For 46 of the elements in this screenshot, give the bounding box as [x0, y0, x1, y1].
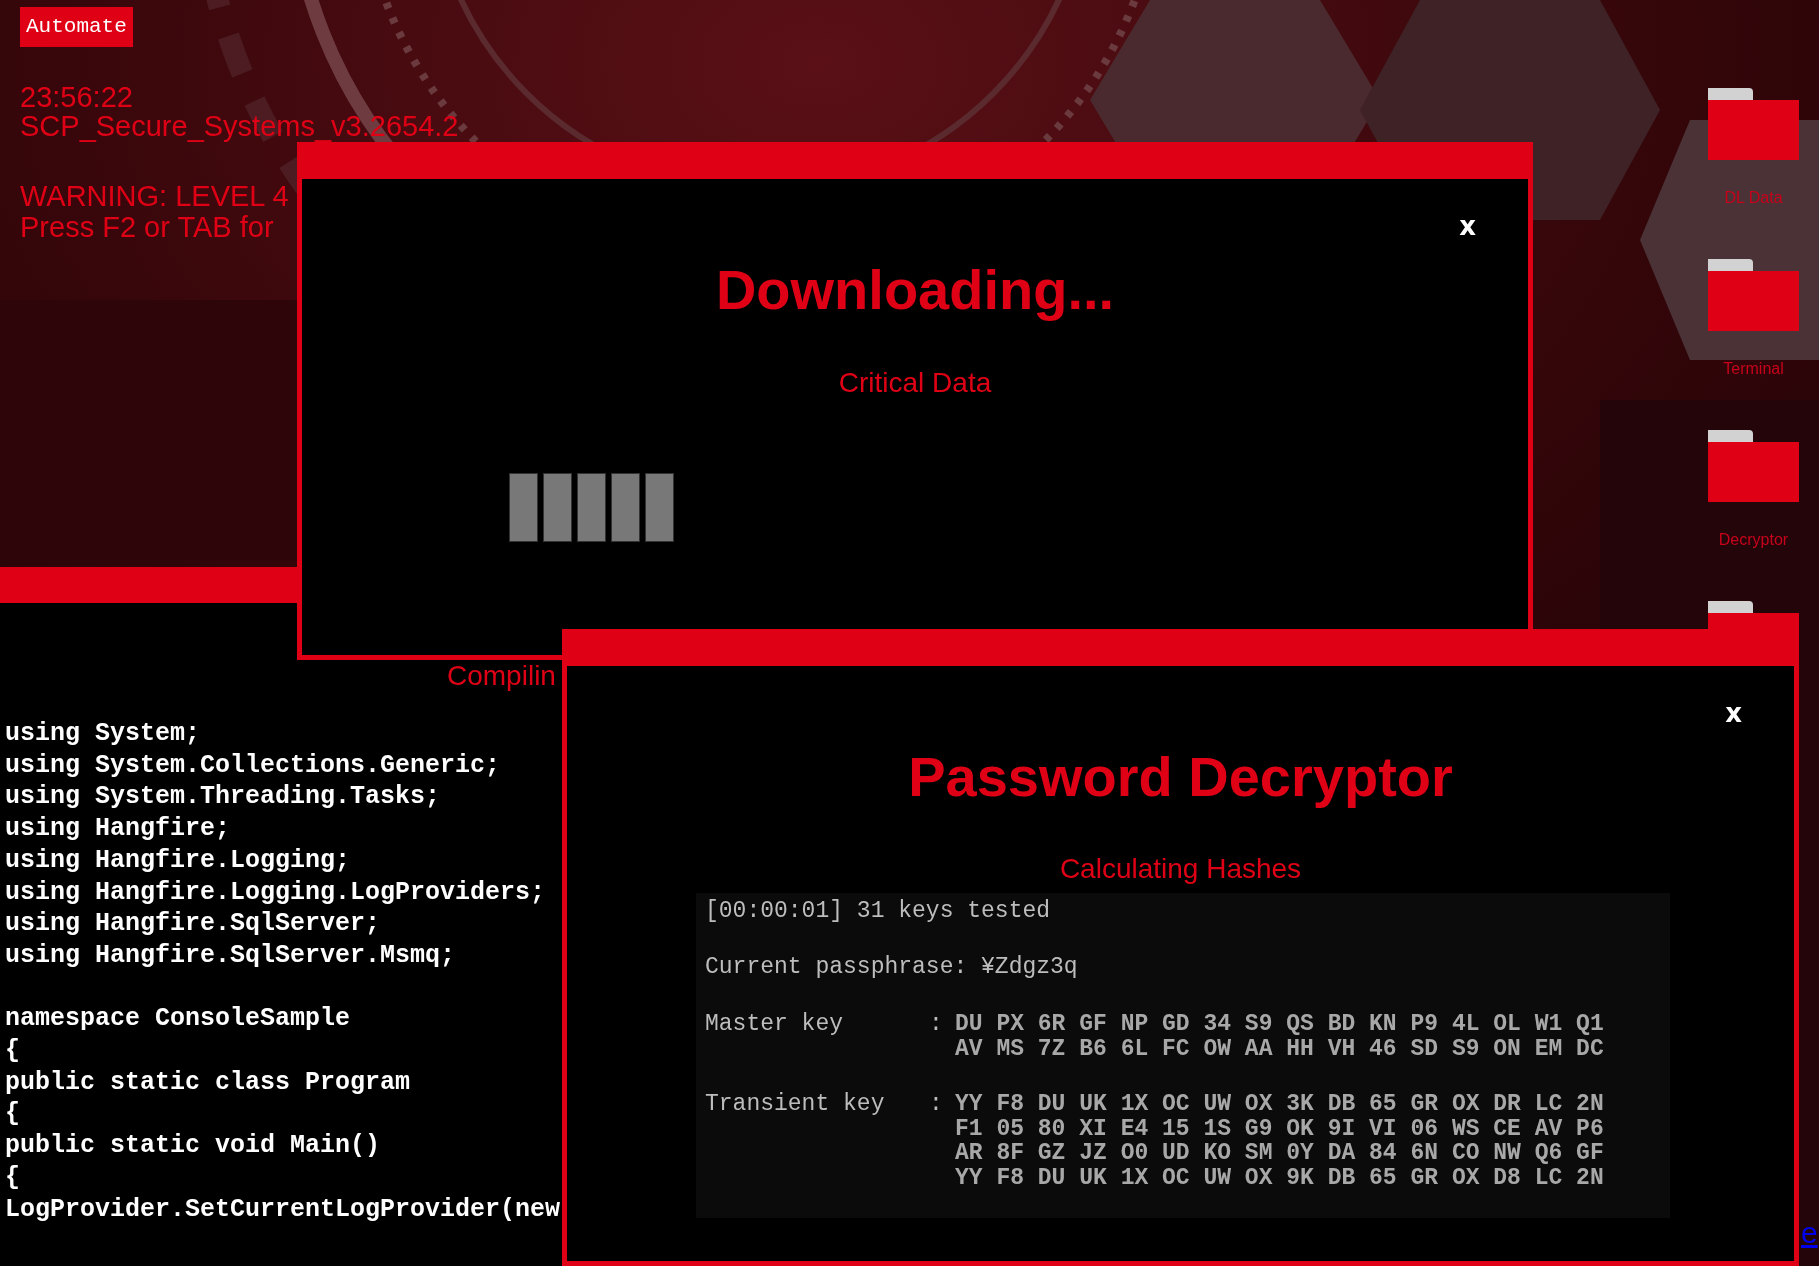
- close-button[interactable]: x: [1459, 213, 1476, 239]
- system-version: SCP_Secure_Systems_v3.2654.2: [20, 112, 459, 141]
- key-label: Transient key: [705, 1092, 886, 1117]
- window-title: Downloading...: [715, 258, 1115, 322]
- code-line: using Hangfire.SqlServer;: [5, 908, 381, 940]
- key-separator: :: [929, 1012, 944, 1037]
- window-subtitle: Critical Data: [838, 367, 992, 399]
- folder-label: DL Data: [1724, 188, 1783, 208]
- key-hex-line: AV MS 7Z B6 6L FC OW AA HH VH 46 SD S9 ON EM DC: [955, 1036, 1604, 1061]
- compiling-status: Compilin: [447, 661, 556, 691]
- close-button[interactable]: x: [1725, 700, 1742, 726]
- key-separator: :: [929, 1092, 944, 1117]
- log-line: Current passphrase: ¥Zdgz3q: [705, 954, 1078, 979]
- code-line: {: [5, 1098, 20, 1131]
- key-hex-line: DU PX 6R GF NP GD 34 S9 QS BD KN P9 4L OL W1 Q1: [955, 1012, 1604, 1037]
- code-line: using Hangfire.SqlServer.Msmq;: [5, 939, 456, 972]
- code-line: namespace ConsoleSample: [5, 1003, 351, 1035]
- window-title: Password Decryptor: [908, 745, 1453, 809]
- folder-label: Decryptor: [1718, 530, 1789, 550]
- window-subtitle: Calculating Hashes: [1059, 853, 1302, 885]
- key-hex-line: F1 05 80 XI E4 15 1S G9 OK 9I VI 06 WS CE AV P6: [955, 1116, 1604, 1141]
- folder-icon[interactable]: [1708, 88, 1799, 160]
- clock-time: 23:56:22: [20, 83, 133, 112]
- code-line: LogProvider.SetCurrentLogProvider(new: [5, 1193, 561, 1226]
- key-hex-line: YY F8 DU UK 1X OC UW OX 9K DB 65 GR OX D8 LC 2N: [955, 1165, 1604, 1190]
- key-hex-line: AR 8F GZ JZ O0 UD KO SM 0Y DA 84 6N CO NW Q6 GF: [955, 1141, 1604, 1166]
- warning-text: WARNING: LEVEL 4: [20, 181, 289, 212]
- code-line: using Hangfire.Logging.LogProviders;: [5, 876, 546, 909]
- folder-icon[interactable]: [1708, 259, 1799, 331]
- code-line: using Hangfire;: [5, 813, 231, 845]
- code-line: {: [5, 1035, 20, 1067]
- help-hint: Press F2 or TAB for: [20, 212, 274, 243]
- log-line: [00:00:01] 31 keys tested: [705, 899, 1051, 924]
- code-line: {: [5, 1161, 20, 1194]
- code-line: using System.Threading.Tasks;: [5, 781, 441, 814]
- code-line: using System.Collections.Generic;: [5, 749, 501, 782]
- key-label: Master key: [705, 1012, 845, 1037]
- folder-icon[interactable]: [1708, 601, 1799, 629]
- code-line: public static void Main(): [5, 1130, 381, 1162]
- folder-icon[interactable]: [1708, 430, 1799, 502]
- code-line: using System;: [5, 718, 201, 750]
- automate-button[interactable]: Automate: [20, 7, 133, 47]
- code-line: using Hangfire.Logging;: [5, 844, 351, 877]
- key-hex-line: YY F8 DU UK 1X OC UW OX 3K DB 65 GR OX DR LC 2N: [955, 1092, 1604, 1117]
- folder-label: Terminal: [1723, 359, 1784, 379]
- code-line: public static class Program: [5, 1066, 411, 1099]
